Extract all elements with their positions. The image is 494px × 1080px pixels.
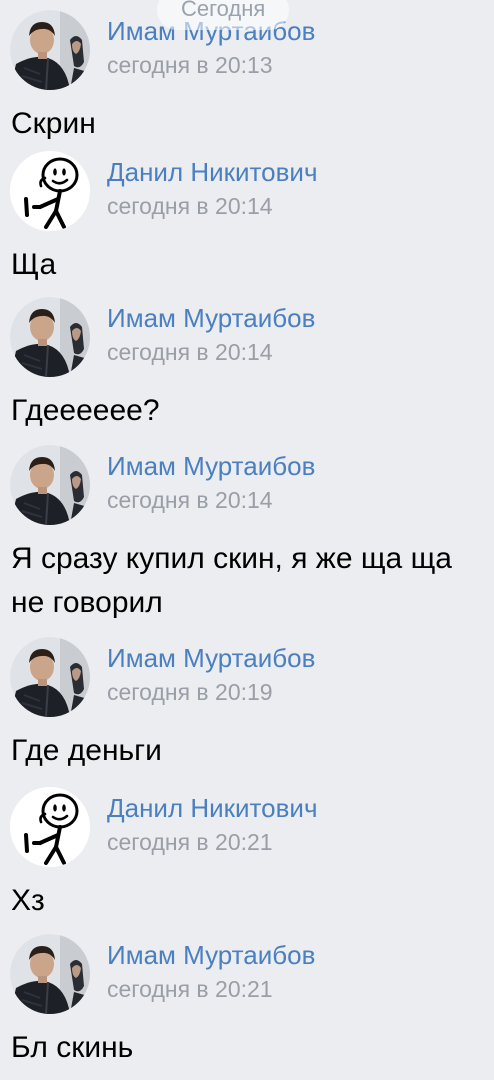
message-time: сегодня в 20:14: [107, 487, 273, 513]
author-name[interactable]: Имам Муртаибов: [107, 303, 315, 334]
message-time: сегодня в 20:19: [107, 679, 273, 705]
message-item: Имам Муртаибов сегодня в 20:14 Я сразу к…: [0, 445, 494, 620]
message-time: сегодня в 20:21: [107, 829, 273, 855]
message-item: Имам Муртаибов сегодня в 20:14 Гдееееее?: [0, 297, 494, 427]
stick-figure-avatar[interactable]: [10, 787, 90, 867]
message-item: Данил Никитович сегодня в 20:21 Хз: [0, 787, 494, 917]
message-text: Я сразу купил скин, я же ща ща не говори…: [11, 542, 452, 619]
message-item: Имам Муртаибов сегодня в 20:21 Бл скинь: [0, 934, 494, 1074]
message-text: Гдееееее?: [11, 394, 160, 427]
message-item: Данил Никитович сегодня в 20:14 Ща: [0, 151, 494, 281]
author-name[interactable]: Данил Никитович: [107, 157, 318, 188]
photo-avatar[interactable]: [10, 934, 90, 1014]
author-name[interactable]: Данил Никитович: [107, 793, 318, 824]
message-text: Хз: [11, 884, 45, 917]
message-item: Имам Муртаибов сегодня в 20:19 Где деньг…: [0, 637, 494, 767]
date-separator: Сегодня: [157, 0, 290, 30]
stick-figure-avatar[interactable]: [10, 151, 90, 231]
photo-avatar[interactable]: [10, 445, 90, 525]
message-text: Бл скинь: [11, 1031, 134, 1064]
message-text: Ща: [11, 248, 57, 281]
message-time: сегодня в 20:13: [107, 52, 273, 78]
photo-avatar[interactable]: [10, 10, 90, 90]
message-time: сегодня в 20:21: [107, 976, 273, 1002]
message-text: Где деньги: [11, 734, 162, 767]
photo-avatar[interactable]: [10, 637, 90, 717]
message-time: сегодня в 20:14: [107, 339, 273, 365]
author-name[interactable]: Имам Муртаибов: [107, 643, 315, 674]
author-name[interactable]: Имам Муртаибов: [107, 451, 315, 482]
chat-history[interactable]: Сегодня Имам Муртаибов сегодня в 20:13 С…: [0, 0, 494, 1080]
message-text: Скрин: [11, 107, 96, 140]
message-time: сегодня в 20:14: [107, 193, 273, 219]
photo-avatar[interactable]: [10, 297, 90, 377]
author-name[interactable]: Имам Муртаибов: [107, 940, 315, 971]
